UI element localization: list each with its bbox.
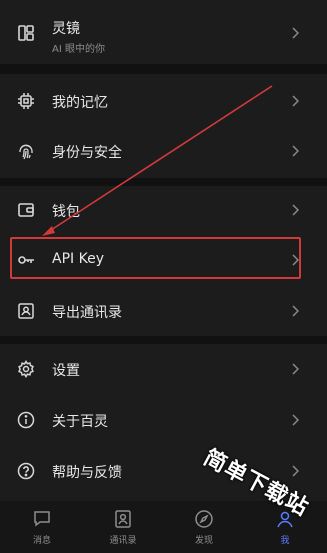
fingerprint-icon [17,142,35,160]
info-icon [17,411,35,429]
menu-label: 钱包 [52,204,80,220]
chevron-right-icon [291,145,299,157]
menu-label: 设置 [52,363,80,379]
menu-item-lingjing[interactable]: 灵镜 AI 眼中的你 [0,8,327,58]
chevron-right-icon [291,95,299,107]
highlight-box [10,237,301,279]
tab-messages[interactable]: 消息 [22,509,62,549]
menu-item-identity[interactable]: 身份与安全 [0,126,327,176]
menu-label: 身份与安全 [52,145,122,161]
chevron-right-icon [291,305,299,317]
wallet-icon [17,201,35,219]
menu-label: 我的记忆 [52,95,108,111]
chevron-right-icon [291,204,299,216]
tab-label: 发现 [194,536,213,546]
chip-icon [17,92,35,110]
menu-item-export[interactable]: 导出通讯录 [0,284,327,334]
message-icon [32,509,52,529]
contacts-icon [113,509,133,529]
chevron-right-icon [291,27,299,39]
chevron-right-icon [291,465,299,477]
menu-label: 帮助与反馈 [52,465,122,481]
chevron-right-icon [291,414,299,426]
compass-icon [194,509,214,529]
gear-icon [17,360,35,378]
tab-label: 我 [280,536,290,546]
menu-item-settings[interactable]: 设置 [0,344,327,394]
chevron-right-icon [291,363,299,375]
tab-label: 消息 [32,536,51,546]
menu-item-about[interactable]: 关于百灵 [0,394,327,444]
contact-card-icon [17,302,35,320]
tab-label: 通讯录 [109,536,137,546]
menu-label: 关于百灵 [52,414,108,430]
menu-item-wallet[interactable]: 钱包 [0,184,327,234]
question-icon [17,462,35,480]
menu-sublabel: AI 眼中的你 [52,44,105,55]
tab-contacts[interactable]: 通讯录 [103,509,143,549]
menu-label: 灵镜 [52,21,80,37]
menu-item-memory[interactable]: 我的记忆 [0,76,327,126]
layout-panel-icon [17,24,35,42]
tab-discover[interactable]: 发现 [184,509,224,549]
menu-label: 导出通讯录 [52,305,122,321]
